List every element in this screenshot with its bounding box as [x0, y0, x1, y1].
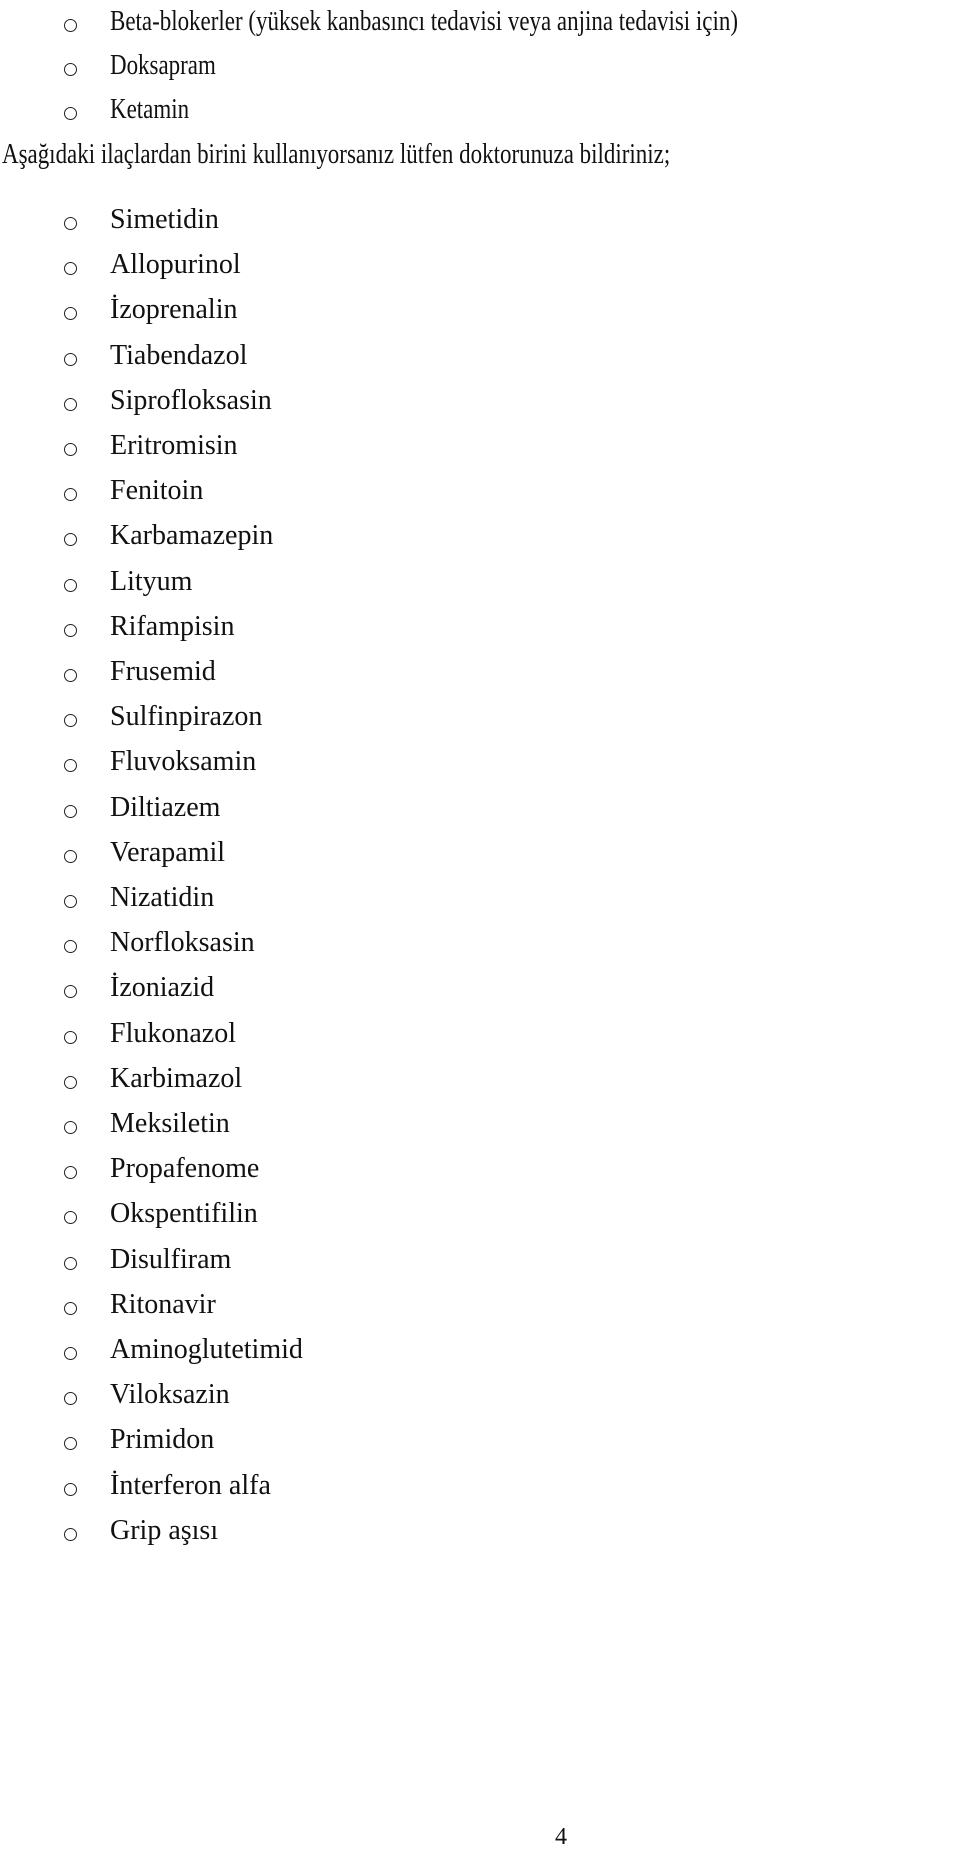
instruction-paragraph: Aşağıdaki ilaçlardan birini kullanıyorsa… — [2, 139, 671, 170]
page-number: 4 — [555, 1824, 567, 1850]
list-item-text: Grip aşısı — [110, 1514, 219, 1546]
hollow-circle-bullet-icon — [64, 1504, 80, 1558]
